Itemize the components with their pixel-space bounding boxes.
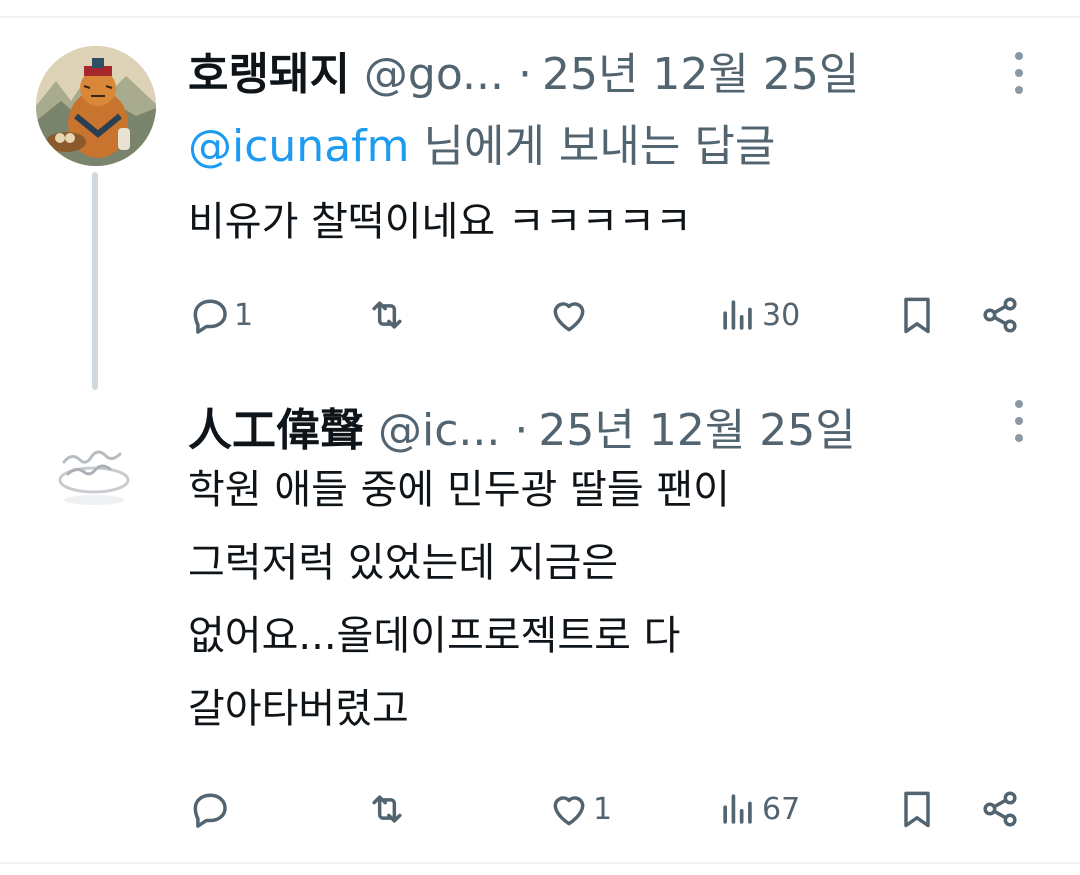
bottom-divider	[0, 862, 1080, 864]
tweet-header: 人工偉聲 @ic... · 25년 12월 25일	[188, 394, 856, 458]
share-button[interactable]	[978, 784, 1022, 834]
tweet-1[interactable]: 호랭돼지 @go... · 25년 12월 25일 @icunafm 님에게 보…	[0, 0, 1080, 390]
bookmark-icon	[904, 791, 930, 828]
reply-icon	[193, 793, 227, 828]
heart-icon	[553, 796, 585, 826]
retweet-button[interactable]	[365, 784, 411, 834]
like-count: 1	[593, 791, 613, 827]
tweet-text: 학원 애들 중에 민두광 딸들 팬이 그럭저럭 있었는데 지금은 없어요...올…	[188, 454, 730, 746]
user-handle[interactable]: @ic...	[378, 405, 500, 456]
tweet-text-line: 비유가 찰떡이네요 ㅋㅋㅋㅋㅋ	[188, 199, 692, 245]
bookmark-icon	[904, 297, 930, 334]
avatar[interactable]	[42, 418, 146, 522]
tweet-text: 비유가 찰떡이네요 ㅋㅋㅋㅋㅋ	[188, 186, 692, 259]
views-icon	[723, 300, 752, 330]
like-button[interactable]	[547, 290, 593, 340]
bookmark-button[interactable]	[895, 290, 939, 340]
replying-to: @icunafm 님에게 보내는 답글	[188, 110, 775, 174]
ring-icon	[58, 450, 130, 505]
tweet-header: 호랭돼지 @go... · 25년 12월 25일	[188, 38, 859, 102]
reply-icon	[193, 299, 227, 334]
view-count: 30	[762, 297, 801, 333]
reply-button[interactable]	[188, 784, 234, 834]
replying-to-suffix: 님에게 보내는 답글	[409, 121, 776, 172]
tweet-2[interactable]: 人工偉聲 @ic... · 25년 12월 25일 학원 애들 중에 민두광 딸…	[0, 390, 1080, 860]
view-count: 67	[762, 791, 801, 827]
tweet-date[interactable]: 25년 12월 25일	[538, 394, 855, 458]
tweet-actions: 1 30	[0, 290, 1080, 340]
share-button[interactable]	[978, 290, 1022, 340]
separator-dot: ·	[517, 49, 532, 100]
more-options-icon[interactable]	[1004, 48, 1034, 98]
bookmark-button[interactable]	[895, 784, 939, 834]
tweet-text-line: 학원 애들 중에 민두광 딸들 팬이	[188, 467, 730, 513]
replying-to-mention[interactable]: @icunafm	[188, 121, 410, 172]
like-button[interactable]: 1	[547, 784, 612, 834]
views-icon	[723, 794, 752, 824]
tweet-actions: 1 67	[0, 784, 1080, 834]
tweet-text-line: 그럭저럭 있었는데 지금은	[188, 540, 619, 586]
display-name[interactable]: 人工偉聲	[188, 394, 364, 458]
tiger-illustration-icon	[36, 46, 156, 166]
share-icon	[983, 791, 1017, 827]
user-handle[interactable]: @go...	[364, 49, 504, 100]
retweet-icon	[372, 301, 402, 329]
reply-button[interactable]: 1	[188, 290, 253, 340]
heart-icon	[553, 302, 585, 332]
separator-dot: ·	[514, 405, 529, 456]
tweet-date[interactable]: 25년 12월 25일	[542, 38, 859, 102]
more-options-icon[interactable]	[1004, 396, 1034, 446]
thread-line	[92, 172, 98, 390]
views-button[interactable]: 30	[716, 290, 800, 340]
tweet-text-line: 갈아타버렸고	[188, 686, 409, 732]
retweet-icon	[372, 795, 402, 823]
tweet-text-line: 없어요...올데이프로젝트로 다	[188, 613, 681, 659]
retweet-button[interactable]	[365, 290, 411, 340]
views-button[interactable]: 67	[716, 784, 800, 834]
display-name[interactable]: 호랭돼지	[188, 38, 350, 102]
reply-count: 1	[234, 297, 254, 333]
share-icon	[983, 297, 1017, 333]
avatar[interactable]	[36, 46, 156, 166]
